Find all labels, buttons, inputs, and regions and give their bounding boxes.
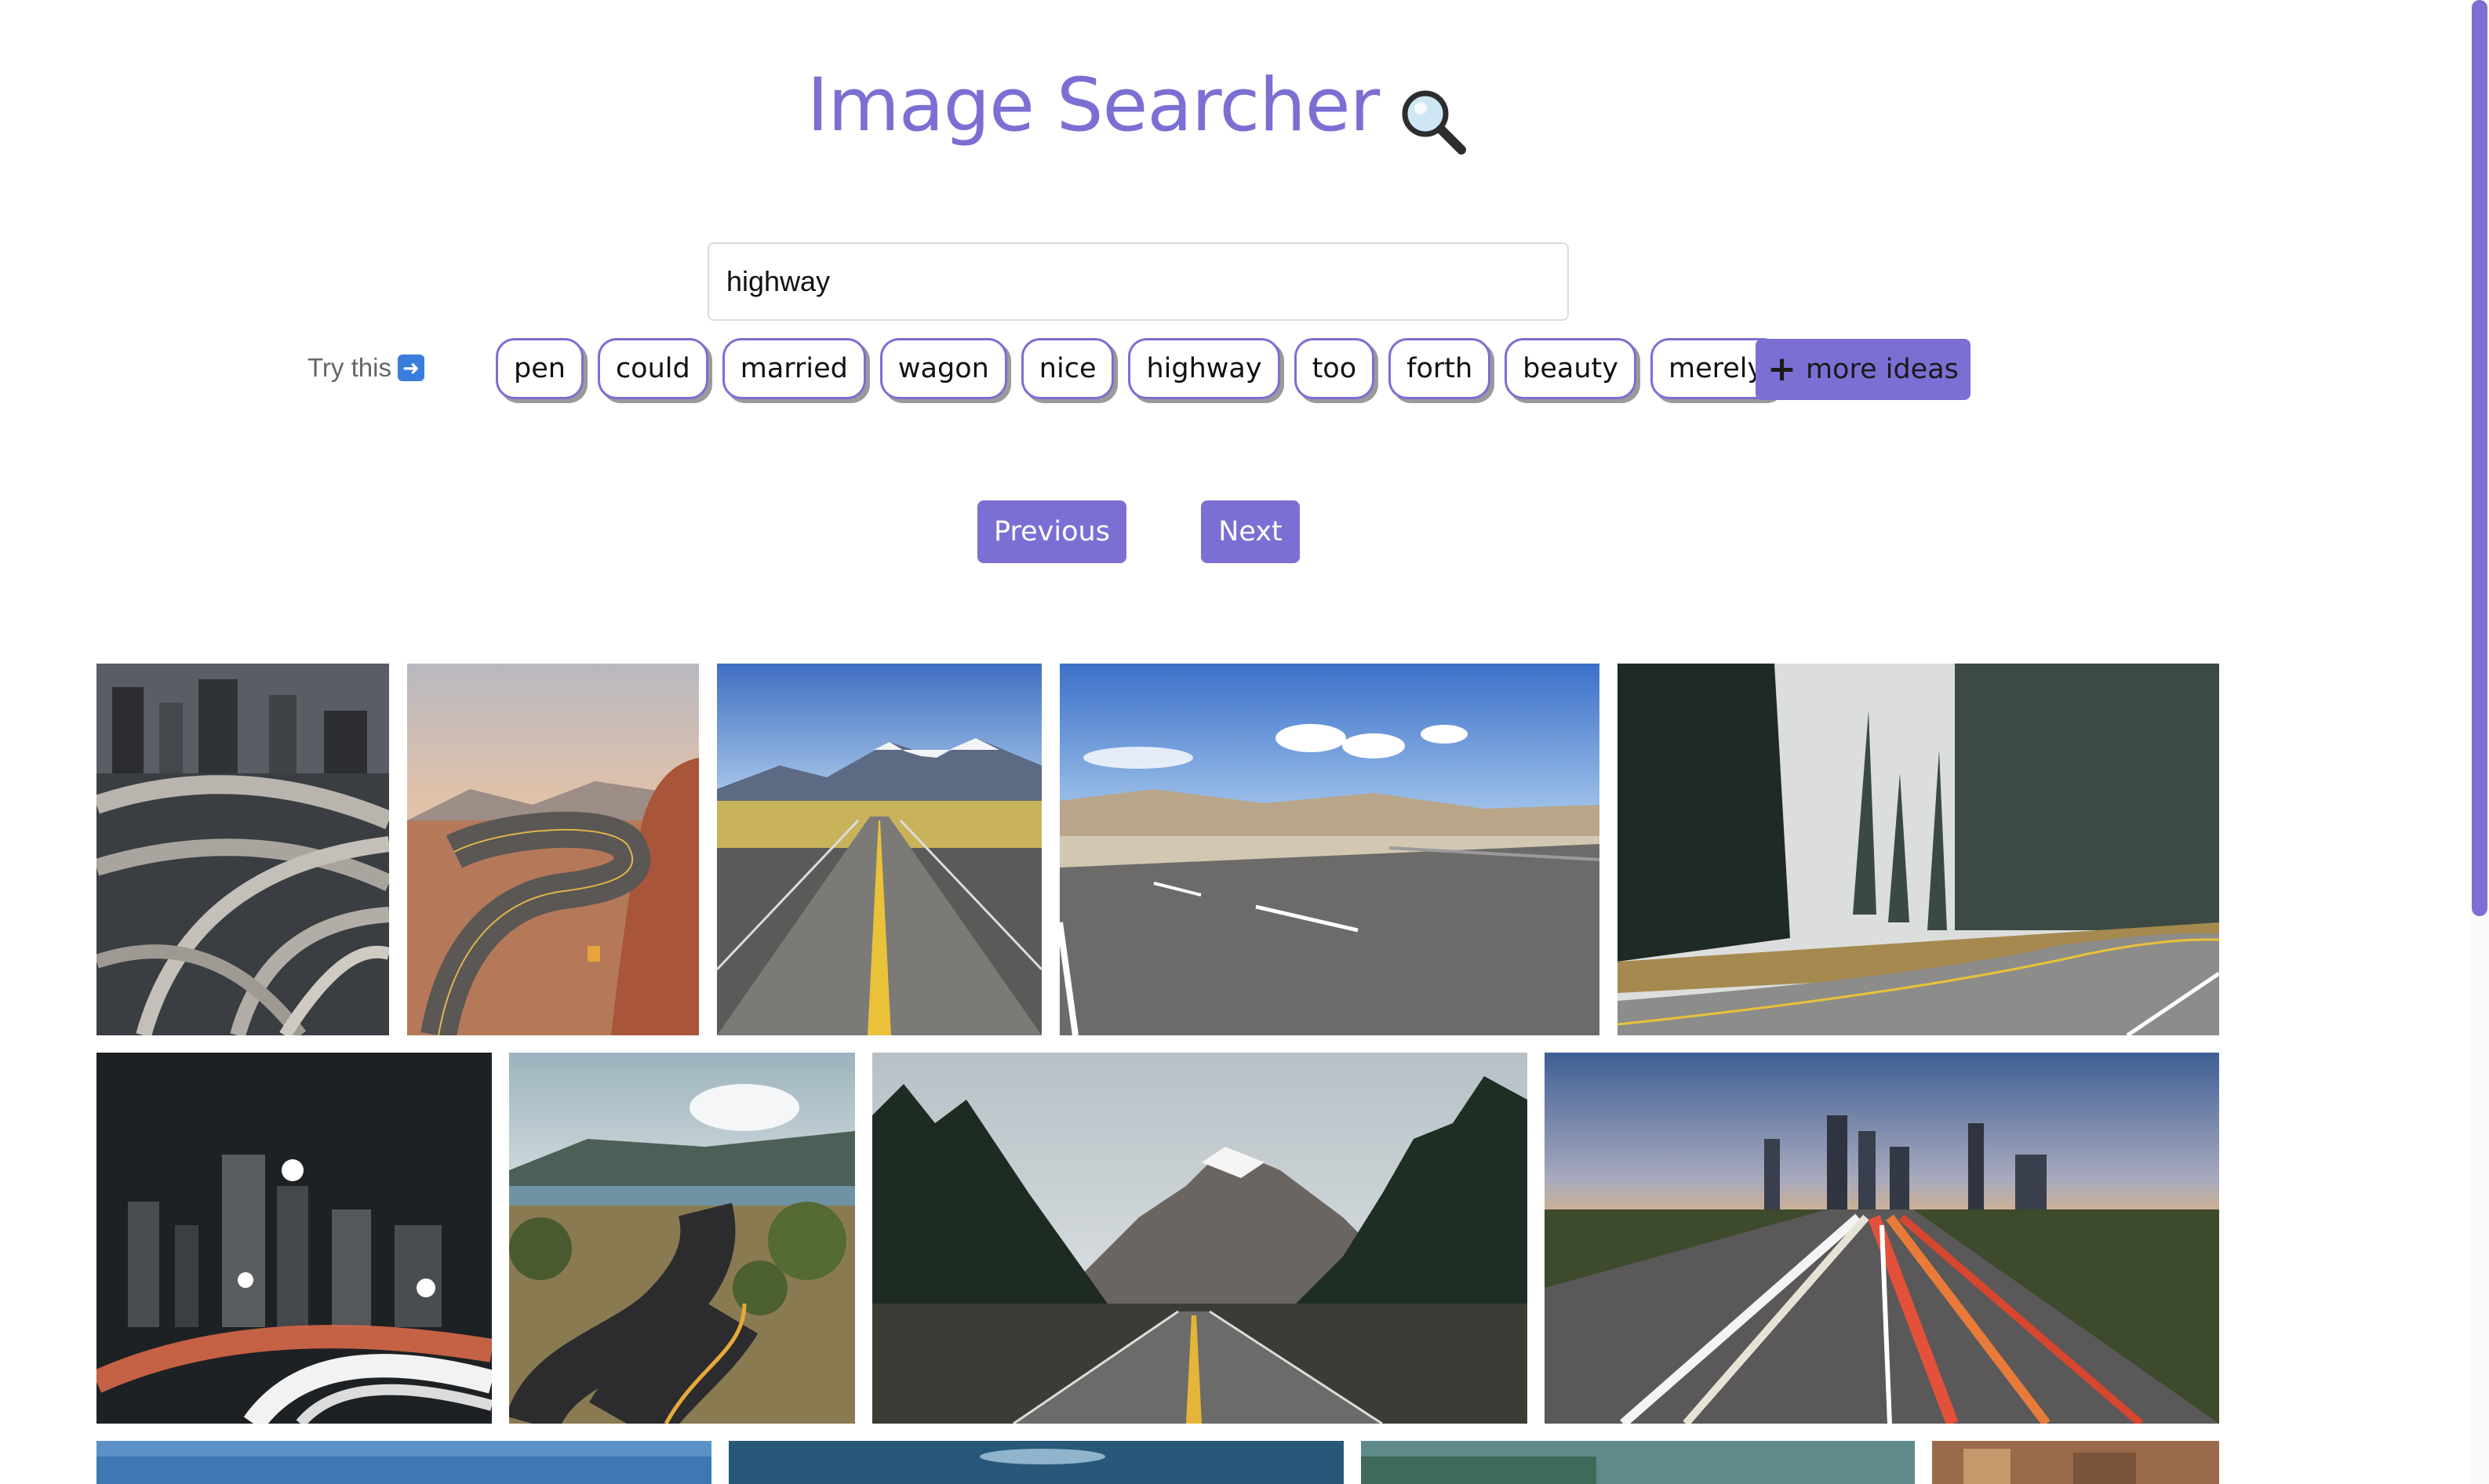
photo-road-blue-sky[interactable] (1060, 664, 1599, 1035)
photo-row3-2[interactable] (729, 1441, 1344, 1484)
photo-forest-road[interactable] (1617, 664, 2219, 1035)
plus-icon: + (1767, 349, 1796, 389)
magnifying-glass-icon (1397, 85, 1468, 156)
photo-city-night-bw[interactable] (96, 1053, 492, 1424)
photo-city-highway-lights[interactable] (1545, 1053, 2219, 1424)
chip-married[interactable]: married (722, 338, 866, 399)
photo-winding-road-lake[interactable] (509, 1053, 855, 1424)
chip-pen[interactable]: pen (496, 338, 584, 399)
photo-row3-1[interactable] (96, 1441, 711, 1484)
photo-row3-4[interactable] (1932, 1441, 2219, 1484)
search-input[interactable] (708, 242, 1569, 321)
page-scrollbar[interactable] (2470, 0, 2489, 1484)
photo-desert-curve-road[interactable] (407, 664, 699, 1035)
chip-nice[interactable]: nice (1021, 338, 1115, 399)
chip-could[interactable]: could (597, 338, 708, 399)
try-this-label: Try this ➜ (307, 353, 424, 383)
photo-highway-interchange[interactable] (96, 664, 389, 1035)
previous-button[interactable]: Previous (977, 500, 1126, 563)
chip-too[interactable]: too (1294, 338, 1375, 399)
chip-beauty[interactable]: beauty (1505, 338, 1636, 399)
chip-forth[interactable]: forth (1388, 338, 1491, 399)
chip-wagon[interactable]: wagon (879, 338, 1007, 399)
suggestion-chips: pen could married wagon nice highway too… (496, 338, 1782, 399)
try-this-text: Try this (307, 353, 391, 382)
scrollbar-thumb[interactable] (2472, 0, 2487, 916)
photo-row3-3[interactable] (1361, 1441, 1915, 1484)
page-header: Image Searcher (0, 63, 2275, 162)
right-arrow-icon: ➜ (397, 355, 424, 381)
photo-straight-road-mountains[interactable] (717, 664, 1042, 1035)
more-ideas-label: more ideas (1805, 354, 1959, 385)
more-ideas-button[interactable]: + more ideas (1756, 339, 1970, 400)
next-button[interactable]: Next (1201, 500, 1300, 563)
page-title: Image Searcher (806, 63, 1381, 148)
chip-highway[interactable]: highway (1128, 338, 1280, 399)
photo-mountain-forest-road[interactable] (872, 1053, 1527, 1424)
